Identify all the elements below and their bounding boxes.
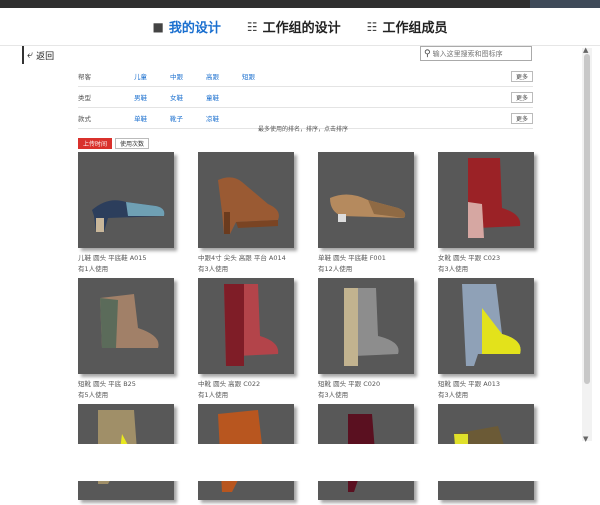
design-thumbnail[interactable] <box>318 278 414 374</box>
bottom-area <box>0 444 600 481</box>
tab-group-members-label: 工作组成员 <box>382 21 448 36</box>
filter-option[interactable]: 女鞋 <box>170 92 206 102</box>
shoe-image <box>218 177 279 234</box>
design-name: 短靴 圆头 平底 B25 <box>78 380 136 388</box>
shoe-image <box>92 200 165 232</box>
shoe-image <box>100 294 159 348</box>
sort-hint: 最多使用的排名，排序，点击排序 <box>258 126 349 133</box>
design-name: 儿鞋 圆头 平底鞋 A015 <box>78 254 147 262</box>
filter-option[interactable]: 高跟 <box>206 71 242 81</box>
shoe-image <box>462 284 521 366</box>
vertical-scrollbar[interactable]: ▲ ▼ <box>582 46 592 443</box>
title-bar <box>0 0 600 8</box>
search-input[interactable] <box>432 49 529 58</box>
shoe-image <box>468 158 521 238</box>
back-arrow-icon: ⤶ <box>27 48 34 61</box>
filter-option[interactable]: 中跟 <box>170 71 206 81</box>
design-thumbnail[interactable] <box>438 152 534 248</box>
filter-option[interactable]: 儿童 <box>134 71 170 81</box>
filter-row: 类型 男鞋 女鞋 童鞋 更多 <box>78 87 533 108</box>
design-thumbnail[interactable] <box>78 152 174 248</box>
folder-icon: ■ <box>152 19 164 34</box>
filter-option[interactable]: 童鞋 <box>206 92 242 102</box>
design-name: 短靴 圆头 平跟 C020 <box>318 380 381 388</box>
design-thumbnail[interactable] <box>198 152 294 248</box>
design-thumbnail[interactable] <box>198 278 294 374</box>
filter-more-button[interactable]: 更多 <box>511 92 533 103</box>
filter-label: 类型 <box>78 94 91 102</box>
design-usage: 有3人使用 <box>438 391 469 399</box>
design-name: 中靴 圆头 高跟 C022 <box>198 380 261 388</box>
design-card[interactable]: 女靴 圆头 平跟 C023 有3人使用 <box>438 152 534 273</box>
design-usage: 有3人使用 <box>198 265 229 273</box>
design-usage: 有12人使用 <box>318 265 353 273</box>
scroll-up-icon[interactable]: ▲ <box>583 46 588 54</box>
tab-group-designs[interactable]: ☷ 工作组的设计 <box>246 17 341 37</box>
scroll-down-icon[interactable]: ▼ <box>583 435 588 443</box>
design-card[interactable]: 短靴 圆头 平跟 C020 有3人使用 <box>318 278 414 399</box>
design-card[interactable]: 短靴 圆头 平跟 A013 有3人使用 <box>438 278 534 399</box>
filter-option[interactable]: 单鞋 <box>134 113 170 123</box>
tab-group-designs-label: 工作组的设计 <box>262 21 341 36</box>
design-usage: 有1人使用 <box>198 391 229 399</box>
filter-more-button[interactable]: 更多 <box>511 113 533 124</box>
scrollbar-thumb[interactable] <box>584 54 590 384</box>
design-card[interactable]: 单鞋 圆头 平底鞋 F001 有12人使用 <box>318 152 414 273</box>
filter-label: 款式 <box>78 115 91 123</box>
shoe-image <box>344 288 399 366</box>
design-name: 女靴 圆头 平跟 C023 <box>438 254 501 262</box>
design-thumbnail[interactable] <box>318 152 414 248</box>
design-card[interactable]: 中靴 圆头 高跟 C022 有1人使用 <box>198 278 294 399</box>
filter-option[interactable]: 凉鞋 <box>206 113 242 123</box>
design-name: 短靴 圆头 平跟 A013 <box>438 380 501 388</box>
sort-upload-time-button[interactable]: 上传时间 <box>78 138 113 149</box>
back-button[interactable]: ⤶ 返回 <box>22 46 54 64</box>
sort-usage-count-button[interactable]: 使用次数 <box>115 138 150 149</box>
design-usage: 有3人使用 <box>318 391 349 399</box>
design-name: 中跟4寸 尖头 高跟 平台 A014 <box>198 254 286 262</box>
sort-buttons: 上传时间 使用次数 <box>78 138 150 149</box>
filter-more-button[interactable]: 更多 <box>511 71 533 82</box>
design-thumbnail[interactable] <box>438 278 534 374</box>
design-card[interactable]: 短靴 圆头 平底 B25 有5人使用 <box>78 278 174 399</box>
design-card[interactable]: 儿鞋 圆头 平底鞋 A015 有1人使用 <box>78 152 174 273</box>
design-name: 单鞋 圆头 平底鞋 F001 <box>318 254 386 262</box>
shoe-image <box>224 284 279 366</box>
tab-my-designs[interactable]: ■ 我的设计 <box>152 17 221 37</box>
design-usage: 有3人使用 <box>438 265 469 273</box>
back-label: 返回 <box>36 51 55 62</box>
design-card[interactable]: 中跟4寸 尖头 高跟 平台 A014 有3人使用 <box>198 152 294 273</box>
filter-row: 帮客 儿童 中跟 高跟 短跟 更多 <box>78 66 533 87</box>
tab-my-designs-label: 我的设计 <box>168 21 221 36</box>
design-thumbnail[interactable] <box>78 278 174 374</box>
title-bar-accent <box>530 0 600 8</box>
members-icon: ☷ <box>366 19 378 34</box>
filter-option[interactable]: 短跟 <box>242 71 278 81</box>
design-usage: 有1人使用 <box>78 265 109 273</box>
filter-label: 帮客 <box>78 73 91 81</box>
filter-option[interactable]: 靴子 <box>170 113 206 123</box>
tab-group-members[interactable]: ☷ 工作组成员 <box>366 17 448 37</box>
filter-option[interactable]: 男鞋 <box>134 92 170 102</box>
main-nav: ■ 我的设计 ☷ 工作组的设计 ☷ 工作组成员 <box>0 8 600 46</box>
design-usage: 有5人使用 <box>78 391 109 399</box>
toolbar: ⤶ 返回 ⚲ <box>20 46 580 66</box>
filter-panel: 帮客 儿童 中跟 高跟 短跟 更多 类型 男鞋 女鞋 童鞋 更多 款式 单鞋 靴… <box>78 66 533 129</box>
shoe-image <box>330 194 406 222</box>
search-box[interactable]: ⚲ <box>420 46 532 61</box>
search-icon: ⚲ <box>424 48 431 59</box>
network-icon: ☷ <box>246 19 258 34</box>
